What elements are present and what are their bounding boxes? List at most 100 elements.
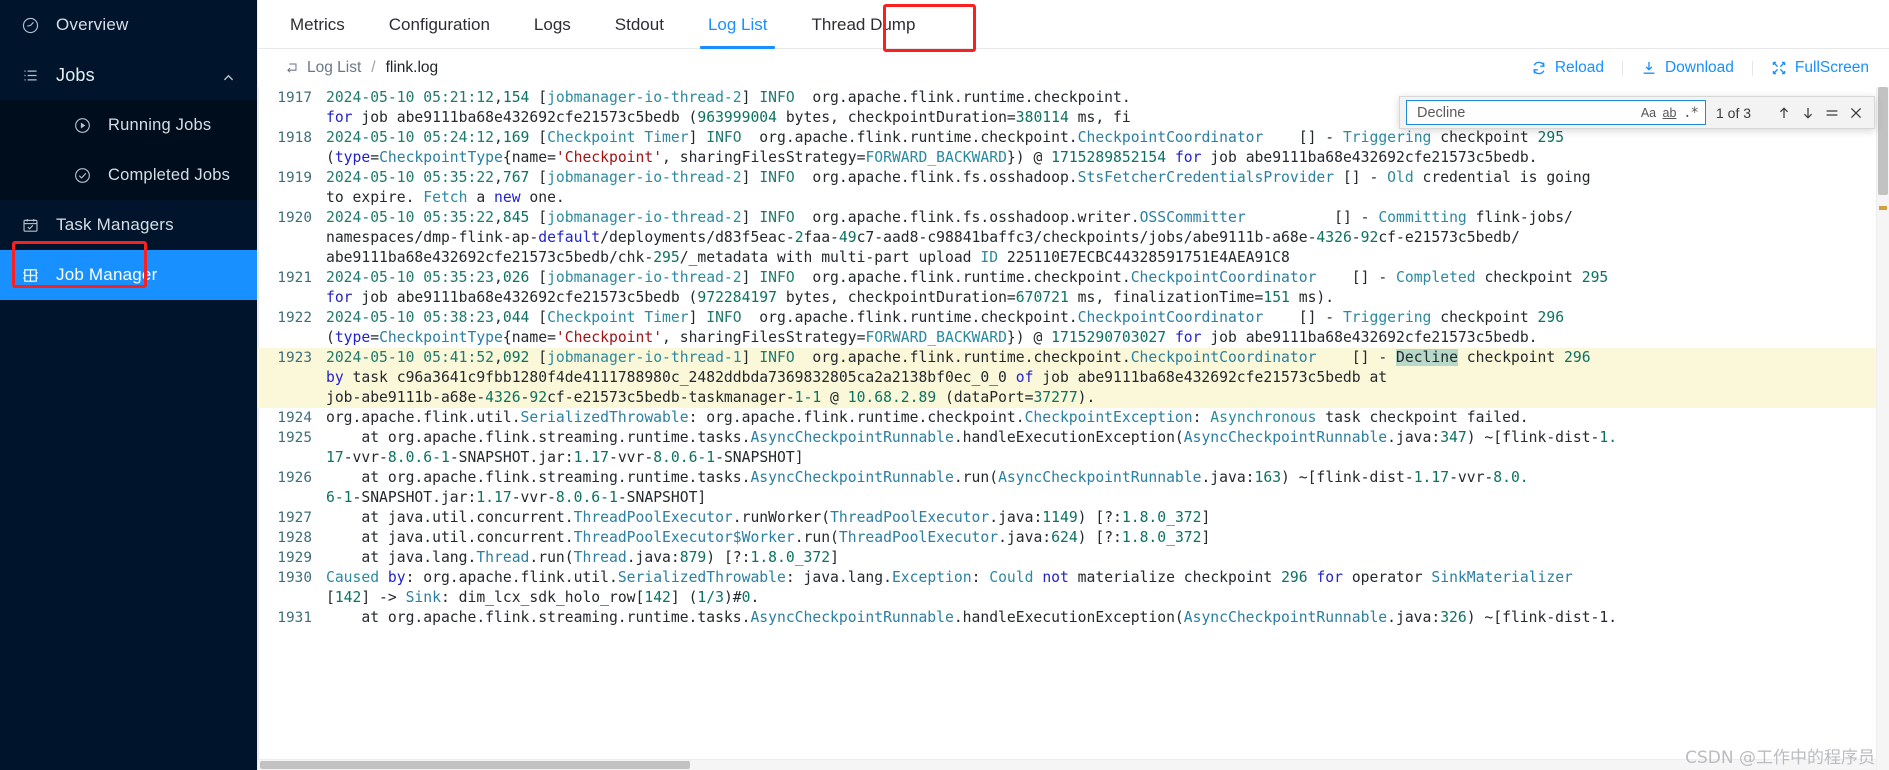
sidebar-item-jobs[interactable]: Jobs — [0, 50, 257, 100]
sidebar-item-job-manager[interactable]: Job Manager — [0, 250, 257, 300]
log-line[interactable]: 1926 at org.apache.flink.streaming.runti… — [258, 468, 1876, 508]
log-line[interactable]: 1918 2024-05-10 05:24:12,169 [Checkpoint … — [258, 128, 1876, 168]
log-token: bytes, checkpointDuration= — [777, 289, 1016, 306]
tab-logs[interactable]: Logs — [520, 15, 585, 48]
log-token: = — [370, 149, 380, 166]
log-line[interactable]: 1919 2024-05-10 05:35:22,767 [jobmanager-… — [258, 168, 1876, 208]
log-token: Old — [1387, 169, 1414, 186]
log-token: ) [?: — [1077, 529, 1122, 546]
log-line-text: at org.apache.flink.streaming.runtime.ta… — [326, 608, 1876, 628]
log-line[interactable]: 1928 at java.util.concurrent.ThreadPoolE… — [258, 528, 1876, 548]
sidebar-item-running-jobs[interactable]: Running Jobs — [0, 100, 257, 150]
log-token: job abe9111ba68e432692cfe21573c5bedb ( — [352, 109, 698, 126]
log-line-text: at org.apache.flink.streaming.runtime.ta… — [326, 468, 1876, 508]
log-line[interactable]: 1927 at java.util.concurrent.ThreadPoolE… — [258, 508, 1876, 528]
log-line[interactable]: 1930 Caused by: org.apache.flink.util.Ser… — [258, 568, 1876, 608]
log-line[interactable]: 1929 at java.lang.Thread.run(Thread.java… — [258, 548, 1876, 568]
log-token: [ — [529, 89, 548, 106]
log-token — [1166, 149, 1175, 166]
sidebar-item-completed-jobs[interactable]: Completed Jobs — [0, 150, 257, 200]
sidebar-item-overview[interactable]: Overview — [0, 0, 257, 50]
log-token: 845 — [502, 209, 530, 226]
whole-word-toggle[interactable]: ab — [1659, 102, 1680, 123]
scrollbar-match-mark-2 — [1879, 206, 1887, 210]
close-icon[interactable] — [1844, 101, 1868, 125]
log-token: for — [1174, 149, 1202, 166]
sidebar-item-task-managers[interactable]: Task Managers — [0, 200, 257, 250]
sidebar-item-label: Job Manager — [56, 265, 158, 284]
log-line-text: 2024-05-10 05:35:23,026 [jobmanager-io-t… — [326, 268, 1876, 308]
log-token: [] - — [1245, 209, 1379, 226]
log-token: : dim_lcx_sdk_holo_row[ — [440, 589, 645, 606]
fullscreen-button[interactable]: FullScreen — [1769, 59, 1871, 77]
log-token: 8.0.6-1 — [387, 449, 450, 466]
breadcrumb-root[interactable]: Log List — [307, 59, 361, 77]
log-line[interactable]: 1922 2024-05-10 05:38:23,044 [Checkpoint … — [258, 308, 1876, 348]
log-token: 1.8.0_372 — [1121, 529, 1202, 546]
log-token: 2024-05-10 05:24:12 — [326, 129, 495, 146]
log-token: .runWorker( — [732, 509, 831, 526]
log-token: INFO — [759, 89, 795, 106]
reload-button[interactable]: Reload — [1529, 59, 1606, 77]
find-in-selection-icon[interactable] — [1820, 101, 1844, 125]
log-token: by — [387, 569, 406, 586]
vertical-scrollbar[interactable] — [1876, 87, 1889, 770]
find-input-wrapper[interactable]: Aa ab .* — [1406, 100, 1706, 125]
tab-log-list[interactable]: Log List — [694, 15, 782, 49]
log-token: org.apache.flink.runtime.checkpoint. — [741, 129, 1078, 146]
log-token: 767 — [502, 169, 530, 186]
download-button[interactable]: Download — [1639, 59, 1736, 77]
log-token: ) ~[flink-dist- — [1466, 429, 1600, 446]
log-token: 2024-05-10 05:38:23 — [326, 309, 495, 326]
find-widget[interactable]: Aa ab .* 1 of 3 — [1399, 96, 1875, 129]
log-token: : org.apache.flink.runtime.checkpoint. — [688, 409, 1025, 426]
find-input[interactable] — [1415, 103, 1638, 122]
arrow-up-icon[interactable] — [1772, 101, 1796, 125]
log-token: 2024-05-10 05:35:22 — [326, 169, 495, 186]
log-token: at java.util.concurrent. — [326, 509, 574, 526]
arrow-down-icon[interactable] — [1796, 101, 1820, 125]
log-token: not — [1042, 569, 1069, 586]
log-token: ] — [688, 129, 707, 146]
log-token: 2024-05-10 05:35:22 — [326, 209, 495, 226]
horizontal-scrollbar[interactable] — [258, 759, 1876, 770]
dashboard-icon — [18, 14, 42, 36]
log-line-number: 1926 — [277, 470, 312, 486]
log-token: [ — [529, 209, 548, 226]
log-token: new — [494, 189, 521, 206]
log-token: ThreadPoolExecutor — [838, 529, 999, 546]
tab-thread-dump[interactable]: Thread Dump — [797, 15, 929, 48]
log-token: , — [494, 89, 503, 106]
tab-stdout[interactable]: Stdout — [601, 15, 678, 48]
horizontal-scrollbar-thumb[interactable] — [260, 761, 690, 769]
log-token: cf-e21573c5bedb/ — [1378, 229, 1520, 246]
log-line[interactable]: 1920 2024-05-10 05:35:22,845 [jobmanager-… — [258, 208, 1876, 268]
log-token: FORWARD_BACKWARD — [865, 329, 1007, 346]
log-line-text: at org.apache.flink.streaming.runtime.ta… — [326, 428, 1876, 468]
log-token: jobmanager-io-thread-2 — [547, 89, 742, 106]
log-line[interactable]: 1924 org.apache.flink.util.SerializedThro… — [258, 408, 1876, 428]
log-line[interactable]: 1921 2024-05-10 05:35:23,026 [jobmanager-… — [258, 268, 1876, 308]
regex-toggle[interactable]: .* — [1680, 102, 1701, 123]
tab-configuration[interactable]: Configuration — [375, 15, 504, 48]
log-content[interactable]: 1917 2024-05-10 05:21:12,154 [jobmanager-… — [258, 87, 1876, 770]
log-token: 2 — [794, 229, 804, 246]
chevron-up-icon[interactable] — [222, 69, 235, 82]
log-token: -vvr- — [343, 449, 388, 466]
log-line-text: at java.util.concurrent.ThreadPoolExecut… — [326, 528, 1876, 548]
log-token: [ — [529, 309, 548, 326]
log-line[interactable]: 1931 at org.apache.flink.streaming.runti… — [258, 608, 1876, 628]
toolbar-actions: Reload Download FullScreen — [1529, 59, 1871, 77]
log-viewer[interactable]: 1917 2024-05-10 05:21:12,154 [jobmanager-… — [258, 87, 1889, 770]
log-token: credential is going — [1413, 169, 1600, 186]
log-token: .run( — [529, 549, 574, 566]
log-line[interactable]: 1923 2024-05-10 05:41:52,092 [jobmanager-… — [258, 348, 1876, 408]
log-token: Checkpoint Timer — [547, 309, 689, 326]
log-line-number: 1928 — [277, 530, 312, 546]
sidebar-item-label: Task Managers — [56, 215, 174, 234]
tab-metrics[interactable]: Metrics — [276, 15, 359, 48]
match-case-toggle[interactable]: Aa — [1638, 102, 1659, 123]
log-line-text: 2024-05-10 05:38:23,044 [Checkpoint Time… — [326, 308, 1876, 348]
vertical-scrollbar-thumb[interactable] — [1878, 87, 1888, 195]
log-line[interactable]: 1925 at org.apache.flink.streaming.runti… — [258, 428, 1876, 468]
